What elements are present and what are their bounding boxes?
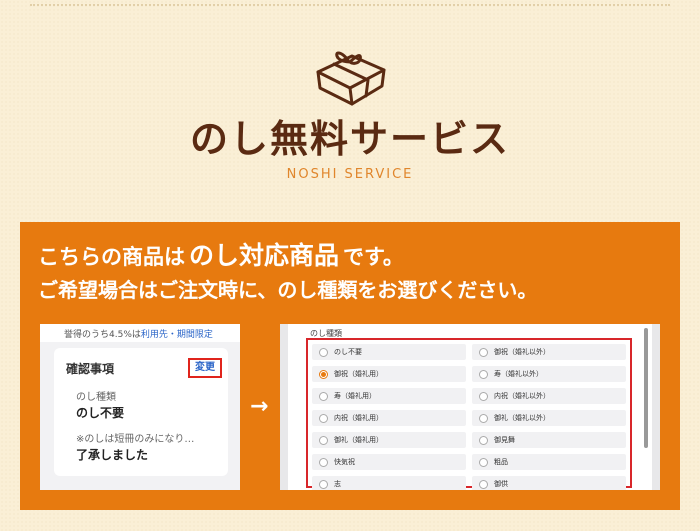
top-dotted-divider [30, 4, 670, 6]
strip-link[interactable]: 利用先・期間限定 [141, 330, 213, 340]
option-left-0[interactable]: のし不要 [312, 344, 466, 360]
card-title: 確認事項 [66, 362, 115, 376]
option-right-1[interactable]: 寿（婚礼以外） [472, 366, 626, 382]
confirm-card: 確認事項 変更 のし種類 のし不要 ※のしは短冊のみになり… 了承しました [54, 348, 228, 476]
option-left-2[interactable]: 寿（婚礼用） [312, 388, 466, 404]
option-right-4[interactable]: 御見舞 [472, 432, 626, 448]
gift-box-icon [316, 51, 386, 106]
page-subtitle: NOSHI SERVICE [286, 167, 414, 182]
noshi-type-value: のし不要 [76, 406, 125, 420]
line1-post: です。 [343, 245, 404, 269]
panel-line-1: こちらの商品は のし対応商品 です。 [38, 236, 404, 272]
line1-emphasis: のし対応商品 [189, 241, 340, 270]
option-left-4[interactable]: 御礼（婚礼用） [312, 432, 466, 448]
line1-pre: こちらの商品は [38, 245, 185, 269]
noshi-select-screenshot: のし種類 のし不要 御祝（婚礼用） 寿（婚礼用） 内祝（婚礼用） 御礼（婚礼用）… [280, 324, 660, 490]
option-left-1[interactable]: 御祝（婚礼用） [312, 366, 466, 382]
option-left-6[interactable]: 志 [312, 476, 466, 490]
page-title: のし無料サービス [189, 117, 510, 161]
option-left-5[interactable]: 快気祝 [312, 454, 466, 470]
scrollbar[interactable] [644, 328, 648, 448]
option-right-0[interactable]: 御祝（婚礼以外） [472, 344, 626, 360]
panel-line-2: ご希望場合はご注文時に、のし種類をお選びください。 [38, 278, 538, 302]
option-right-5[interactable]: 粗品 [472, 454, 626, 470]
option-right-6[interactable]: 御供 [472, 476, 626, 490]
strip-text: 誉得のうち4.5%は [64, 330, 141, 340]
noshi-type-label: のし種類 [76, 392, 116, 403]
select-sheet: のし種類 のし不要 御祝（婚礼用） 寿（婚礼用） 内祝（婚礼用） 御礼（婚礼用）… [288, 324, 652, 490]
confirm-screenshot: 誉得のうち4.5%は利用先・期間限定 確認事項 変更 のし種類 のし不要 ※のし… [40, 324, 240, 490]
points-strip: 誉得のうち4.5%は利用先・期間限定 [40, 324, 240, 342]
info-panel: こちらの商品は のし対応商品 です。 ご希望場合はご注文時に、のし種類をお選びくださ… [20, 222, 680, 510]
noshi-note-value: 了承しました [76, 448, 149, 462]
arrow-right-icon: → [250, 394, 269, 419]
noshi-note-label: ※のしは短冊のみになり… [76, 434, 195, 445]
option-left-3[interactable]: 内祝（婚礼用） [312, 410, 466, 426]
change-button[interactable]: 変更 [188, 358, 222, 378]
option-right-2[interactable]: 内祝（婚礼以外） [472, 388, 626, 404]
option-right-3[interactable]: 御礼（婚礼以外） [472, 410, 626, 426]
